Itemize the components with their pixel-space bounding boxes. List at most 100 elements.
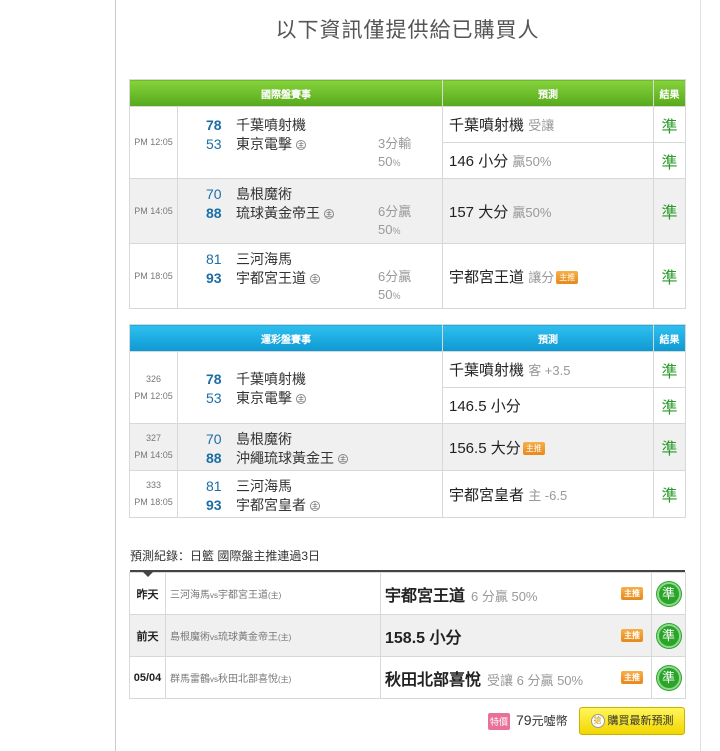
home-mark-icon: 主 (310, 274, 320, 285)
home-score: 93 (206, 497, 222, 513)
away-team: 島根魔術 (236, 431, 292, 447)
record-prediction: 158.5 小分 主推 (380, 614, 652, 657)
record-pred-sub: 受讓 6 分贏 50% (487, 672, 584, 688)
record-away: 群馬雷鶴 (170, 674, 210, 685)
record-row: 前天 島根魔術vs琉球黃金帝王(主) 158.5 小分 主推 準 (129, 614, 686, 657)
away-line: 81 三河海馬 (206, 476, 292, 496)
game-result: 6分贏 50% (378, 268, 411, 305)
away-line: 78 千葉噴射機 (206, 369, 306, 389)
prediction-main: 146.5 小分 (449, 398, 521, 415)
game-match: 81 三河海馬 93 宇都宮皇者主 (177, 470, 443, 518)
price-value: 79 (516, 712, 532, 728)
game-result: 6分贏 50% (378, 203, 411, 240)
featured-badge: 主推 (621, 671, 643, 684)
game-time-text: PM 18:05 (134, 497, 173, 507)
pct-sign: % (392, 158, 401, 168)
record-row: 昨天 三河海馬vs宇都宮王道(主) 宇都宮王道 6 分贏 50% 主推 準 (129, 572, 686, 615)
home-mark-icon: 主 (296, 394, 306, 405)
game-result: 3分輸 50% (378, 135, 411, 172)
record-match[interactable]: 三河海馬vs宇都宮王道(主) (165, 572, 381, 615)
lottery-header-event: 運彩盤賽事 (129, 324, 443, 352)
result-pct: 50 (378, 222, 393, 237)
away-team: 千葉噴射機 (236, 117, 306, 133)
prediction-main: 146 小分 (449, 153, 509, 170)
home-team: 東京電擊 (236, 390, 292, 406)
game-match: 70 島根魔術 88 琉球黃金帝王主 6分贏 50% (177, 178, 443, 244)
intl-header-row: 國際盤賽事 預測 結果 (129, 79, 686, 107)
prediction-sub: 贏50% (512, 154, 552, 169)
home-mark-icon: 主 (324, 209, 334, 220)
prediction-main: 157 大分 (449, 203, 509, 221)
record-match[interactable]: 群馬雷鶴vs秋田北部喜悅(主) (165, 656, 381, 699)
table-row: 326 PM 12:05 78 千葉噴射機 53 東京電擊主 千葉噴射機 客 +3.5… (129, 351, 686, 424)
record-match[interactable]: 島根魔術vs琉球黃金帝王(主) (165, 614, 381, 657)
home-mark-icon: 主 (296, 140, 306, 151)
record-vs: vs (210, 591, 218, 600)
lottery-header-result: 結果 (653, 324, 686, 352)
result-margin: 6分贏 (378, 269, 412, 284)
home-score: 53 (206, 390, 222, 406)
home-line: 88 琉球黃金帝王主 (206, 203, 334, 223)
prediction-main: 宇都宮王道 (449, 268, 525, 286)
away-team: 千葉噴射機 (236, 371, 306, 387)
away-score: 78 (206, 371, 222, 387)
featured-badge: 主推 (621, 587, 643, 600)
prediction-sub: 主 -6.5 (528, 487, 568, 503)
prediction-cell: 157 大分 贏50% (442, 178, 654, 244)
game-time-text: PM 14:05 (134, 450, 173, 460)
record-pred-main: 158.5 小分 (385, 629, 462, 647)
game-number: 327 (145, 433, 162, 443)
record-day: 昨天 (129, 572, 166, 615)
record-result: 準 (651, 572, 686, 615)
away-score: 81 (206, 251, 222, 267)
featured-badge: 主推 (556, 271, 579, 285)
game-number: 326 (145, 373, 162, 384)
grab-icon: 搶 (590, 714, 605, 729)
game-time-text: PM 12:05 (134, 390, 173, 401)
prediction-sub: 受讓 (528, 118, 555, 133)
prediction-cell: 宇都宮王道 讓分 主推 (442, 243, 654, 309)
prediction-main: 千葉噴射機 (449, 117, 525, 134)
featured-badge: 主推 (522, 442, 545, 456)
right-gutter (700, 0, 720, 751)
result-margin: 3分輸 (378, 136, 412, 151)
away-team: 三河海馬 (236, 478, 292, 494)
table-row: PM 18:05 81 三河海馬 93 宇都宮王道主 6分贏 50% 宇都宮王道 讓分… (129, 243, 686, 309)
record-home-mark: (主) (278, 675, 292, 684)
game-time: PM 18:05 (129, 243, 178, 309)
table-row: PM 14:05 70 島根魔術 88 琉球黃金帝王主 6分贏 50% 157 大分 … (129, 178, 686, 244)
home-score: 93 (206, 270, 222, 286)
lottery-header-row: 運彩盤賽事 預測 結果 (129, 324, 686, 352)
game-time: 333 PM 18:05 (129, 470, 178, 518)
home-team: 宇都宮王道 (236, 270, 306, 286)
record-home: 宇都宮王道 (218, 590, 268, 601)
result-circle-icon: 準 (656, 623, 681, 648)
intl-table: 國際盤賽事 預測 結果 PM 12:05 78 千葉噴射機 53 東京電擊主 3分輸… (129, 79, 686, 309)
home-line: 88 沖繩琉球黃金王主 (206, 448, 348, 468)
table-row: 333 PM 18:05 81 三河海馬 93 宇都宮皇者主 宇都宮皇者 主 -6.5… (129, 470, 686, 518)
buy-latest-prediction-button[interactable]: 搶購買最新預測 (579, 707, 685, 735)
lottery-table: 運彩盤賽事 預測 結果 326 PM 12:05 78 千葉噴射機 53 東京電擊主 … (129, 324, 686, 518)
away-team: 島根魔術 (236, 186, 292, 202)
record-result: 準 (651, 656, 686, 699)
home-team: 琉球黃金帝王 (236, 205, 320, 221)
game-match: 70 島根魔術 88 沖繩琉球黃金王主 (177, 423, 443, 471)
record-pred-main: 秋田北部喜悅 (385, 671, 482, 689)
home-line: 93 宇都宮皇者主 (206, 495, 320, 515)
prediction-cell: 千葉噴射機 受讓 (442, 106, 654, 143)
record-away: 三河海馬 (170, 590, 210, 601)
pct-sign: % (392, 226, 401, 236)
home-score: 88 (206, 205, 222, 221)
record-home-mark: (主) (278, 633, 292, 642)
result-mark: 準 (653, 243, 686, 309)
home-line: 53 東京電擊主 (206, 388, 306, 408)
price-unit: 元噓幣 (531, 714, 568, 728)
record-day: 05/04 (129, 656, 166, 699)
prediction-cell: 146.5 小分 (442, 387, 654, 424)
record-result: 準 (651, 614, 686, 657)
home-line: 93 宇都宮王道主 (206, 268, 320, 288)
sale-tag: 特價 (488, 713, 511, 731)
result-mark: 準 (653, 351, 686, 388)
away-line: 81 三河海馬 (206, 249, 292, 269)
result-mark: 準 (653, 178, 686, 244)
